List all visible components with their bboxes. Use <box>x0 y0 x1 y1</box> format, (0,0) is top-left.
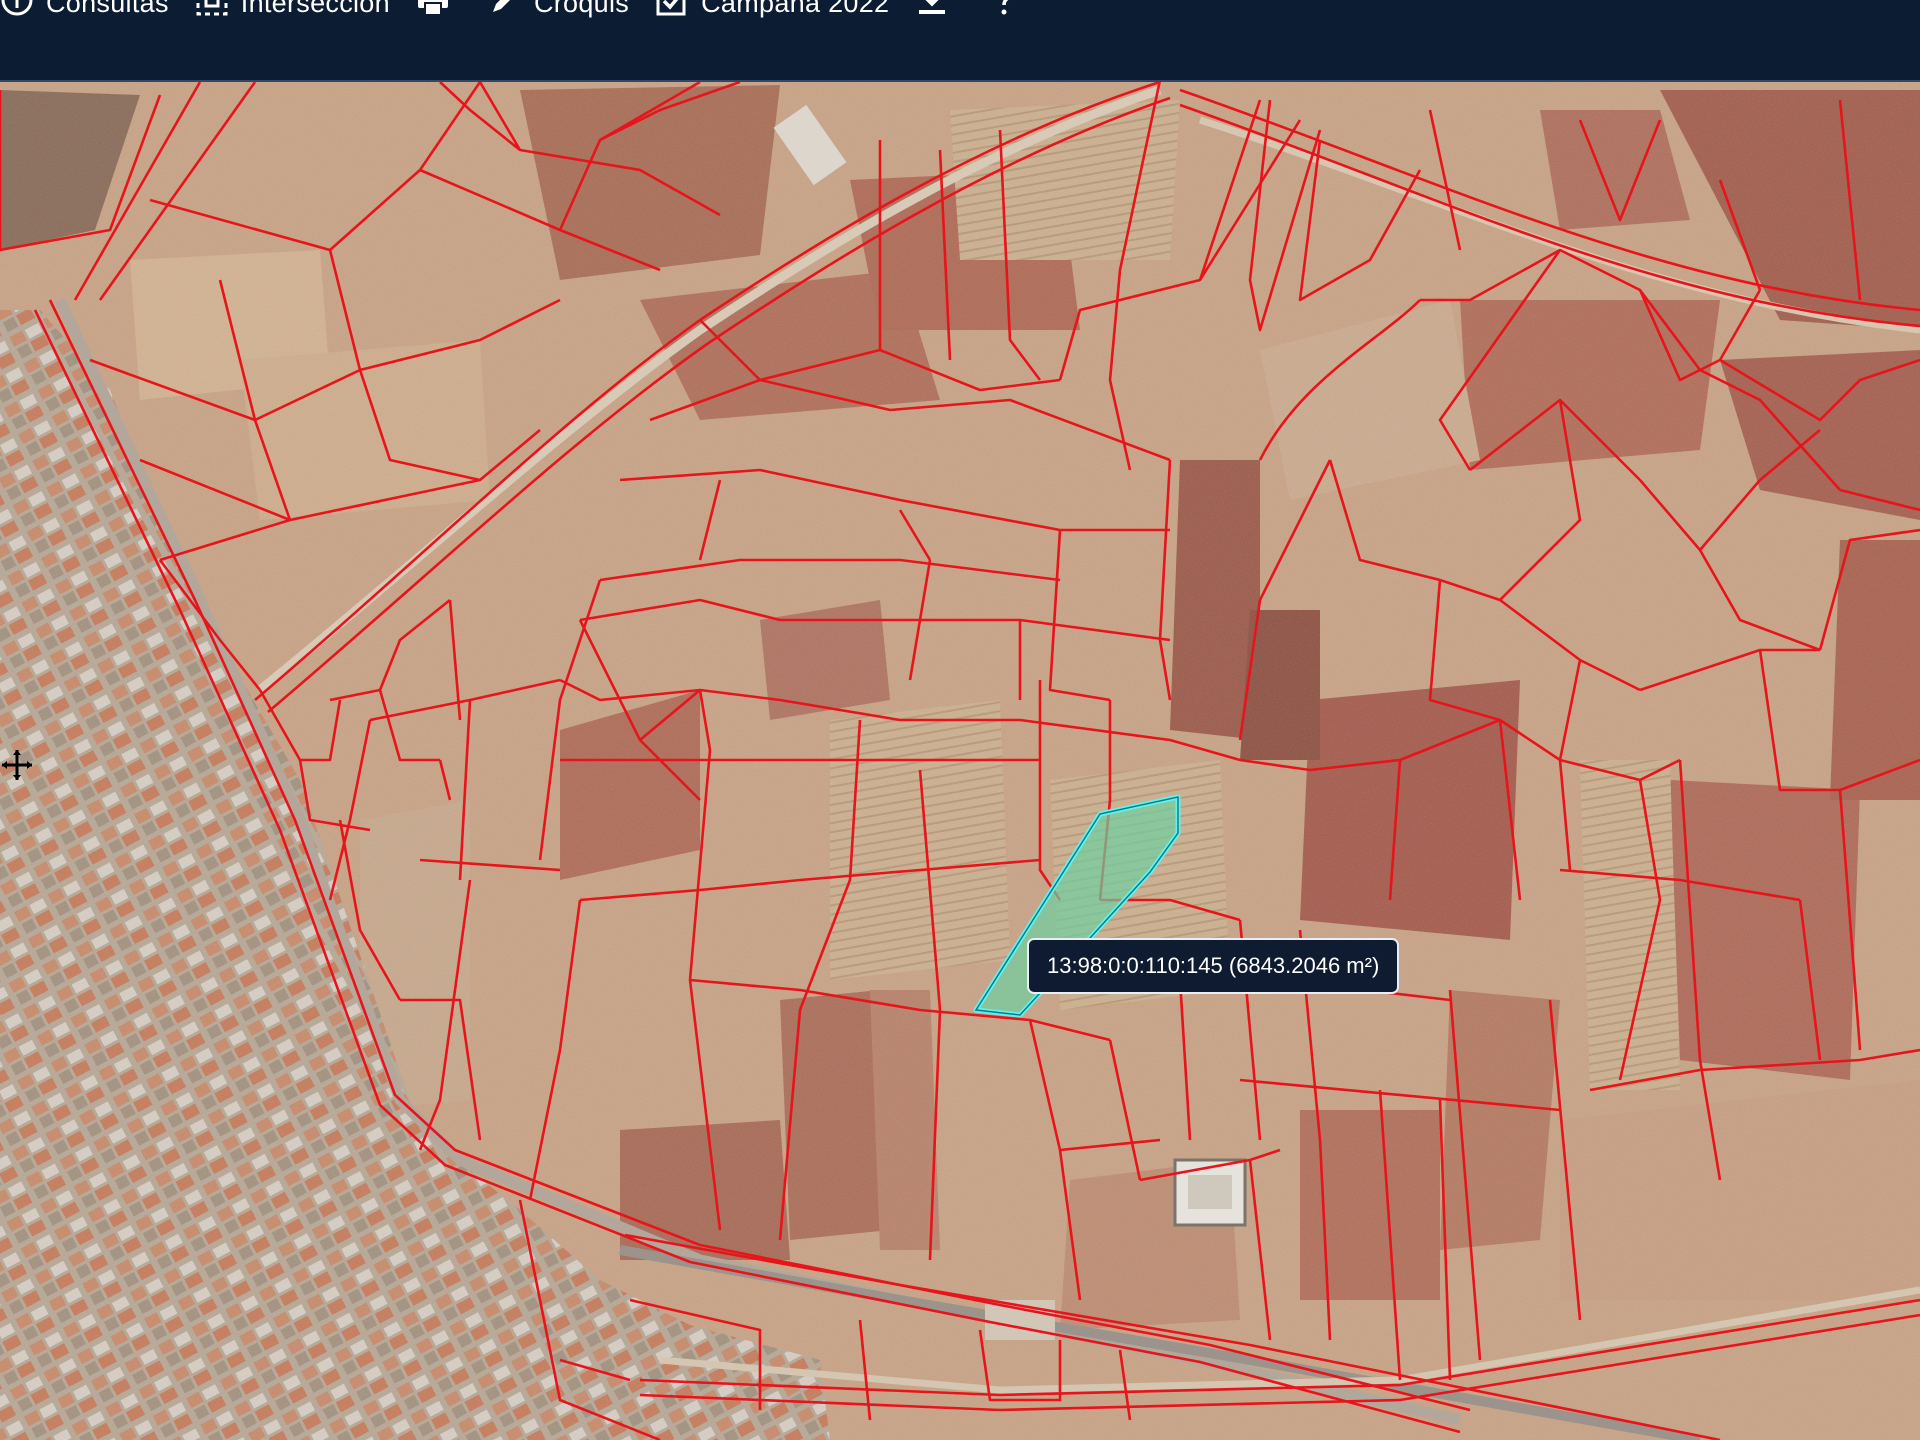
map-viewport[interactable]: 13:98:0:0:110:145 (6843.2046 m²) <box>0 82 1920 1440</box>
croquis-button[interactable]: Croquis <box>488 0 629 24</box>
parcel-tooltip-text: 13:98:0:0:110:145 (6843.2046 m²) <box>1047 953 1380 978</box>
help-button[interactable] <box>987 0 1033 24</box>
download-button[interactable] <box>915 0 961 24</box>
print-icon <box>416 0 462 24</box>
download-icon <box>915 0 961 24</box>
campana-button[interactable]: Campaña 2022 <box>655 0 889 24</box>
interseccion-label: Intersección <box>240 0 390 18</box>
checkbox-icon <box>655 0 701 24</box>
crosshair-cursor-icon <box>2 750 32 780</box>
croquis-label: Croquis <box>533 0 630 18</box>
toolbar: Consultas Intersección Croquis Campaña 2… <box>0 0 1920 82</box>
interseccion-button[interactable]: Intersección <box>195 0 390 24</box>
help-icon <box>987 0 1033 24</box>
consultas-label: Consultas <box>46 0 169 18</box>
pencil-icon <box>488 0 534 24</box>
campana-label: Campaña 2022 <box>701 0 890 18</box>
toolbar-row: Consultas Intersección Croquis Campaña 2… <box>0 0 1059 20</box>
print-button[interactable] <box>416 0 462 24</box>
info-icon <box>0 0 46 24</box>
orthophoto-map[interactable] <box>0 82 1920 1440</box>
intersection-icon <box>195 0 241 24</box>
parcel-tooltip: 13:98:0:0:110:145 (6843.2046 m²) <box>1027 938 1400 994</box>
consultas-button[interactable]: Consultas <box>0 0 169 24</box>
